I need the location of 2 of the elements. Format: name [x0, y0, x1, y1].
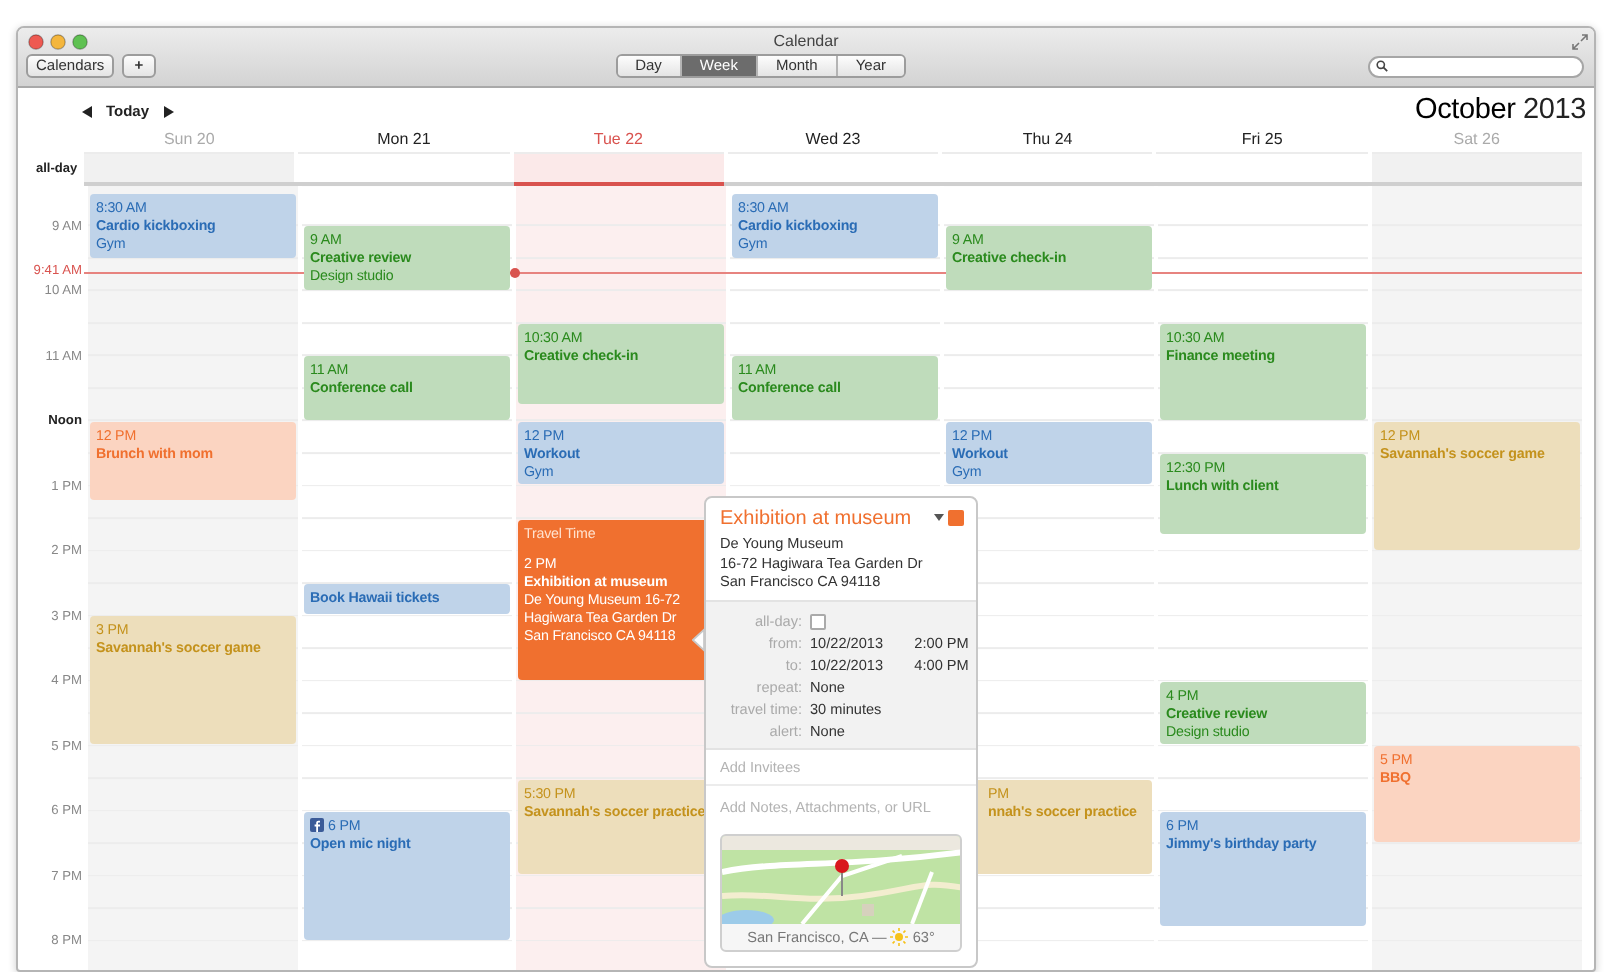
month-title: October 2013	[1415, 94, 1586, 126]
window-title: Calendar	[773, 32, 839, 50]
